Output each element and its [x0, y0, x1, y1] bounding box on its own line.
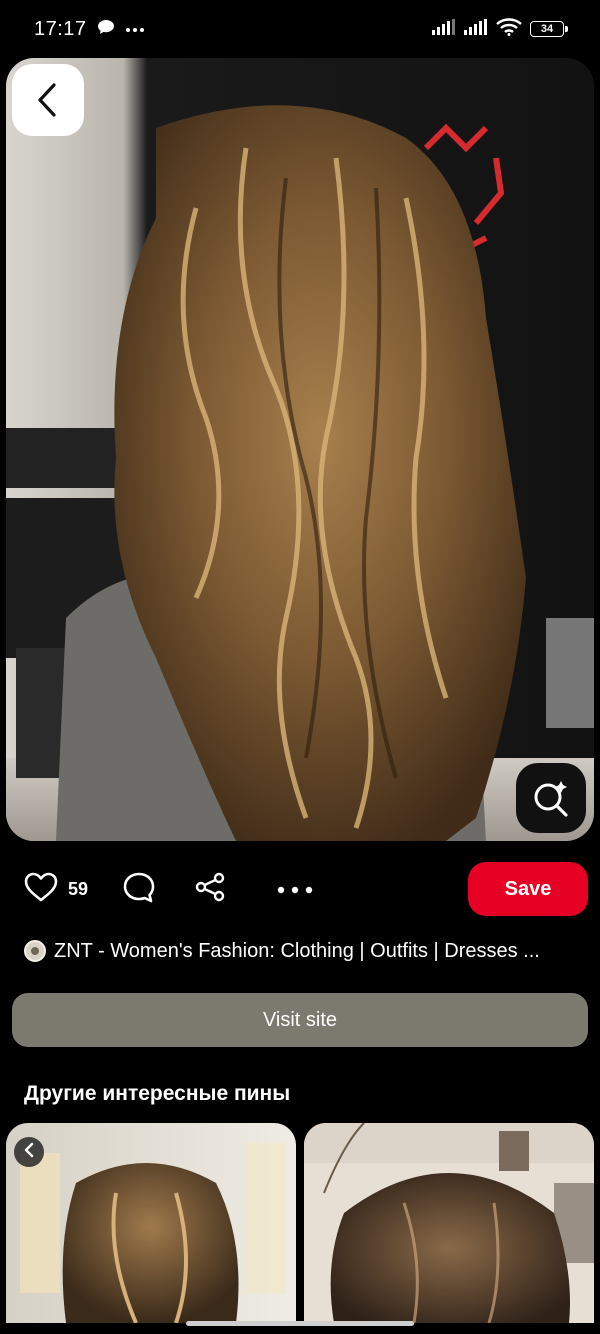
chevron-left-icon: [23, 1142, 35, 1163]
wifi-icon: [496, 17, 522, 41]
like-count: 59: [68, 879, 89, 899]
home-indicator[interactable]: [186, 1321, 414, 1326]
save-button[interactable]: Save: [468, 862, 588, 916]
more-options-button[interactable]: [276, 862, 314, 917]
status-bar: 17:17 34: [0, 0, 600, 58]
source-row[interactable]: ZNT - Women's Fashion: Clothing | Outfit…: [24, 935, 584, 967]
like-button[interactable]: 59: [24, 862, 88, 917]
share-button[interactable]: [194, 862, 226, 917]
chat-bubble-icon: [97, 19, 115, 40]
more-dots-icon: [125, 20, 145, 38]
related-pin-thumbnail[interactable]: [6, 1123, 296, 1323]
more-dots-icon: [276, 881, 314, 899]
back-button[interactable]: [12, 64, 84, 136]
source-avatar: [24, 940, 46, 962]
visit-site-button[interactable]: Visit site: [12, 993, 588, 1047]
share-icon: [194, 871, 226, 908]
related-pin-thumbnail[interactable]: [304, 1123, 594, 1323]
source-title: ZNT - Women's Fashion: Clothing | Outfit…: [54, 939, 540, 962]
comment-button[interactable]: [122, 862, 156, 917]
signal-icon: [432, 18, 456, 40]
pin-image[interactable]: [6, 58, 594, 841]
lens-search-icon: [531, 778, 571, 818]
thumbnail-back-button[interactable]: [14, 1137, 44, 1167]
chevron-left-icon: [34, 82, 62, 118]
section-title: Другие интересные пины: [24, 1082, 291, 1105]
battery-icon: 34: [530, 21, 568, 37]
comment-icon: [122, 871, 156, 908]
status-time: 17:17: [34, 17, 87, 40]
signal-icon: [464, 18, 488, 40]
action-bar: 59 Save: [0, 862, 600, 917]
visual-search-button[interactable]: [516, 763, 586, 833]
heart-icon: [24, 872, 58, 907]
battery-level: 34: [530, 21, 564, 37]
